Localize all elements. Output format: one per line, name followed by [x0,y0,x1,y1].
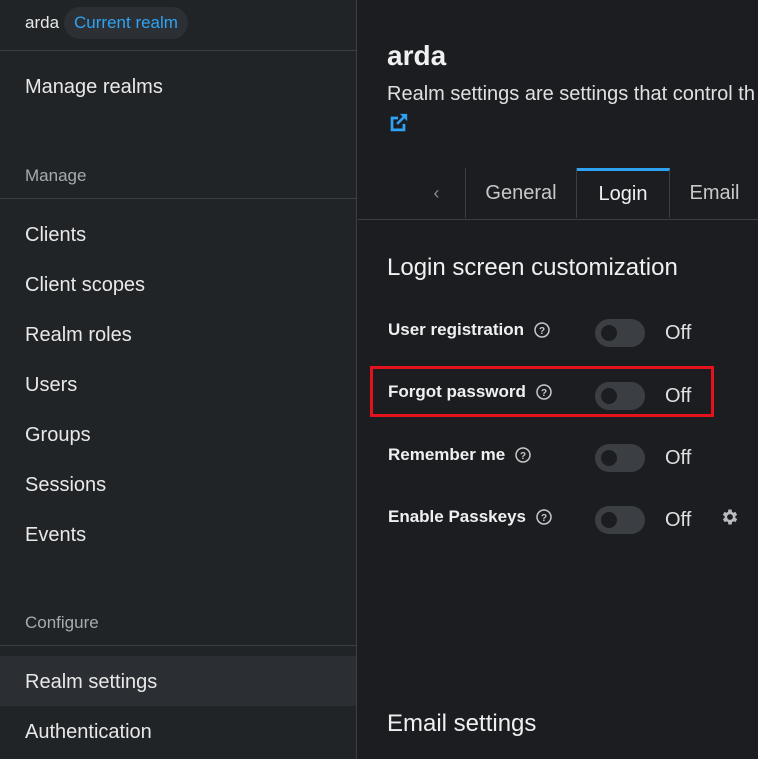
sidebar-item-users[interactable]: Users [25,373,77,397]
section-title-manage: Manage [25,166,87,185]
section-title-configure: Configure [25,613,99,632]
field-label-user-registration: User registration ? [388,320,550,340]
tab-general[interactable]: General [466,168,577,218]
tab-email[interactable]: Email [670,168,758,218]
field-label-text: User registration [388,320,525,339]
help-icon[interactable]: ? [534,322,550,338]
sidebar-item-groups[interactable]: Groups [25,423,91,447]
toggle-knob [601,450,617,466]
remember-me-toggle[interactable] [595,444,645,472]
remember-me-state: Off [665,447,692,469]
tab-bar: ‹ General Login Email [358,168,758,220]
tab-login[interactable]: Login [577,168,670,218]
current-realm-badge: Current realm [64,7,188,39]
sidebar-item-realm-settings[interactable]: Realm settings [25,670,157,694]
toggle-knob [601,325,617,341]
realm-name: arda [25,13,60,32]
page-title: arda [387,40,447,71]
field-label-text: Enable Passkeys [388,507,526,526]
user-registration-state: Off [665,322,692,344]
sidebar: arda Current realm Manage realms Manage … [0,0,357,759]
enable-passkeys-toggle[interactable] [595,506,645,534]
help-icon[interactable]: ? [515,447,531,463]
sidebar-item-authentication[interactable]: Authentication [25,720,152,744]
highlight-box [370,366,714,417]
divider [0,198,357,199]
field-label-text: Remember me [388,445,506,464]
section-heading-email-settings: Email settings [387,710,537,737]
sidebar-item-sessions[interactable]: Sessions [25,473,106,497]
manage-realms-link[interactable]: Manage realms [25,75,163,99]
sidebar-item-client-scopes[interactable]: Client scopes [25,273,145,297]
field-label-remember-me: Remember me ? [388,445,531,465]
realm-selector[interactable]: arda Current realm [25,6,188,40]
field-label-enable-passkeys: Enable Passkeys ? [388,507,552,527]
sidebar-item-events[interactable]: Events [25,523,86,547]
help-icon[interactable]: ? [536,509,552,525]
sidebar-item-clients[interactable]: Clients [25,223,86,247]
scroll-left-icon[interactable]: ‹ [408,168,466,218]
sidebar-item-realm-roles[interactable]: Realm roles [25,323,132,347]
divider [0,645,357,646]
divider [0,50,357,51]
section-heading-login-screen: Login screen customization [387,254,678,281]
external-link-icon[interactable] [387,112,409,134]
toggle-knob [601,512,617,528]
gear-icon[interactable] [720,507,740,527]
page-description: Realm settings are settings that control… [387,83,755,105]
user-registration-toggle[interactable] [595,319,645,347]
svg-text:?: ? [520,451,526,462]
svg-text:?: ? [541,513,547,524]
svg-text:?: ? [539,326,545,337]
main-content: arda Realm settings are settings that co… [358,0,758,759]
enable-passkeys-state: Off [665,509,692,531]
